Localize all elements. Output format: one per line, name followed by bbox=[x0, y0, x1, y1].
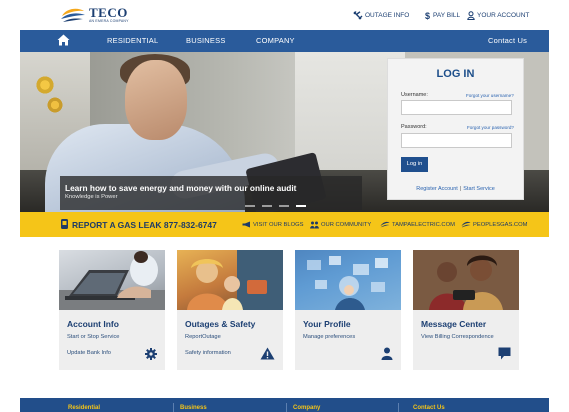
teco-logo[interactable]: TECO AN EMERA COMPANY bbox=[60, 6, 129, 24]
footer-divider bbox=[398, 403, 399, 412]
user-icon[interactable] bbox=[381, 347, 393, 360]
password-input[interactable] bbox=[401, 133, 512, 148]
logo-text: TECO AN EMERA COMPANY bbox=[89, 6, 129, 24]
logo-tagline: AN EMERA COMPANY bbox=[89, 19, 129, 24]
nav-contact-us[interactable]: Contact Us bbox=[488, 36, 527, 45]
password-label: Password: bbox=[401, 124, 427, 130]
card-title: Message Center bbox=[421, 319, 487, 329]
top-bar: TECO AN EMERA COMPANY OUTAGE INFO $ PAY … bbox=[0, 0, 569, 30]
slider-dot[interactable] bbox=[245, 205, 255, 207]
svg-text:$: $ bbox=[425, 11, 430, 20]
update-bank-info-link[interactable]: Update Bank Info bbox=[67, 350, 111, 356]
footer-divider bbox=[286, 403, 287, 412]
card-image-laptop bbox=[59, 250, 165, 310]
card-your-profile[interactable]: Your Profile Manage preferences bbox=[295, 250, 401, 370]
community-icon bbox=[310, 221, 319, 229]
login-button[interactable]: Log in bbox=[401, 157, 428, 172]
outage-info-link[interactable]: OUTAGE INFO bbox=[353, 11, 409, 20]
slider-dot-active[interactable] bbox=[296, 205, 306, 207]
outage-info-label: OUTAGE INFO bbox=[365, 12, 410, 19]
user-outline-icon bbox=[467, 11, 475, 20]
megaphone-icon bbox=[242, 221, 251, 228]
visit-blogs-link[interactable]: VISIT OUR BLOGS bbox=[242, 221, 303, 228]
login-links: Register Account | Start Service bbox=[388, 186, 523, 192]
gear-icon[interactable] bbox=[145, 348, 157, 360]
view-billing-correspondence-link[interactable]: View Billing Correspondence bbox=[421, 334, 494, 340]
footer: Residential Business Company Contact Us bbox=[20, 398, 549, 412]
login-panel: LOG IN Username: Forgot your username? P… bbox=[387, 58, 524, 200]
slider-dots bbox=[245, 205, 313, 207]
card-message-center[interactable]: Message Center View Billing Corresponden… bbox=[413, 250, 519, 370]
register-account-link[interactable]: Register Account bbox=[416, 186, 458, 192]
footer-residential[interactable]: Residential bbox=[68, 405, 100, 411]
warning-icon[interactable] bbox=[260, 347, 275, 360]
dollar-icon: $ bbox=[425, 11, 431, 20]
hero-subtitle: Knowledge is Power bbox=[65, 194, 118, 200]
nav-residential[interactable]: RESIDENTIAL bbox=[107, 36, 158, 45]
footer-divider bbox=[173, 403, 174, 412]
peoples-gas-logo-icon bbox=[461, 221, 471, 228]
your-account-link[interactable]: YOUR ACCOUNT bbox=[467, 11, 529, 20]
visit-blogs-label: VISIT OUR BLOGS bbox=[253, 221, 304, 228]
report-outage-link[interactable]: ReportOutage bbox=[185, 334, 221, 340]
community-link[interactable]: OUR COMMUNITY bbox=[310, 221, 371, 229]
footer-contact-us[interactable]: Contact Us bbox=[413, 405, 445, 411]
card-title: Account Info bbox=[67, 319, 119, 329]
tampa-electric-label: TAMPAELECTRIC.COM bbox=[392, 221, 455, 228]
card-image-family bbox=[177, 250, 283, 310]
tampa-electric-link[interactable]: TAMPAELECTRIC.COM bbox=[380, 221, 455, 228]
hero-person-head bbox=[125, 60, 187, 140]
main-navigation: RESIDENTIAL BUSINESS COMPANY Contact Us bbox=[20, 30, 549, 52]
footer-business[interactable]: Business bbox=[180, 405, 207, 411]
card-account-info[interactable]: Account Info Start or Stop Service Updat… bbox=[59, 250, 165, 370]
pay-bill-label: PAY BILL bbox=[433, 12, 461, 19]
card-title: Outages & Safety bbox=[185, 319, 256, 329]
card-image-network bbox=[295, 250, 401, 310]
peoples-gas-label: PEOPLESGAS.COM bbox=[473, 221, 528, 228]
start-service-link[interactable]: Start Service bbox=[463, 186, 494, 192]
card-image-couple bbox=[413, 250, 519, 310]
username-input[interactable] bbox=[401, 100, 512, 115]
power-line-icon bbox=[353, 11, 363, 20]
slider-dot[interactable] bbox=[262, 205, 272, 207]
card-outages-safety[interactable]: Outages & Safety ReportOutage Safety inf… bbox=[177, 250, 283, 370]
gas-phone-icon bbox=[60, 218, 70, 230]
gas-leak-report[interactable]: REPORT A GAS LEAK 877-832-6747 bbox=[72, 220, 217, 230]
chat-icon[interactable] bbox=[498, 347, 511, 360]
manage-preferences-link[interactable]: Manage preferences bbox=[303, 334, 355, 340]
gas-leak-bar: REPORT A GAS LEAK 877-832-6747 VISIT OUR… bbox=[20, 212, 549, 237]
teco-logo-icon bbox=[60, 6, 86, 24]
peoples-gas-link[interactable]: PEOPLESGAS.COM bbox=[461, 221, 527, 228]
community-label: OUR COMMUNITY bbox=[321, 222, 372, 228]
your-account-label: YOUR ACCOUNT bbox=[477, 12, 530, 19]
hero-caption[interactable]: Learn how to save energy and money with … bbox=[60, 176, 362, 210]
home-icon[interactable] bbox=[57, 34, 70, 46]
card-title: Your Profile bbox=[303, 319, 351, 329]
start-stop-service-link[interactable]: Start or Stop Service bbox=[67, 334, 119, 340]
pay-bill-link[interactable]: $ PAY BILL bbox=[425, 11, 460, 20]
hero-flowers-2 bbox=[42, 92, 68, 118]
hero-title: Learn how to save energy and money with … bbox=[65, 183, 297, 193]
login-links-separator: | bbox=[459, 186, 462, 192]
tampa-electric-logo-icon bbox=[380, 221, 390, 228]
nav-business[interactable]: BUSINESS bbox=[186, 36, 226, 45]
forgot-username-link[interactable]: Forgot your username? bbox=[466, 93, 514, 98]
footer-company[interactable]: Company bbox=[293, 405, 320, 411]
logo-wordmark: TECO bbox=[89, 5, 128, 21]
safety-information-link[interactable]: Safety information bbox=[185, 350, 231, 356]
login-title: LOG IN bbox=[436, 68, 475, 80]
nav-company[interactable]: COMPANY bbox=[256, 36, 295, 45]
slider-dot[interactable] bbox=[279, 205, 289, 207]
forgot-password-link[interactable]: Forgot your password? bbox=[467, 125, 514, 130]
username-label: Username: bbox=[401, 92, 428, 98]
